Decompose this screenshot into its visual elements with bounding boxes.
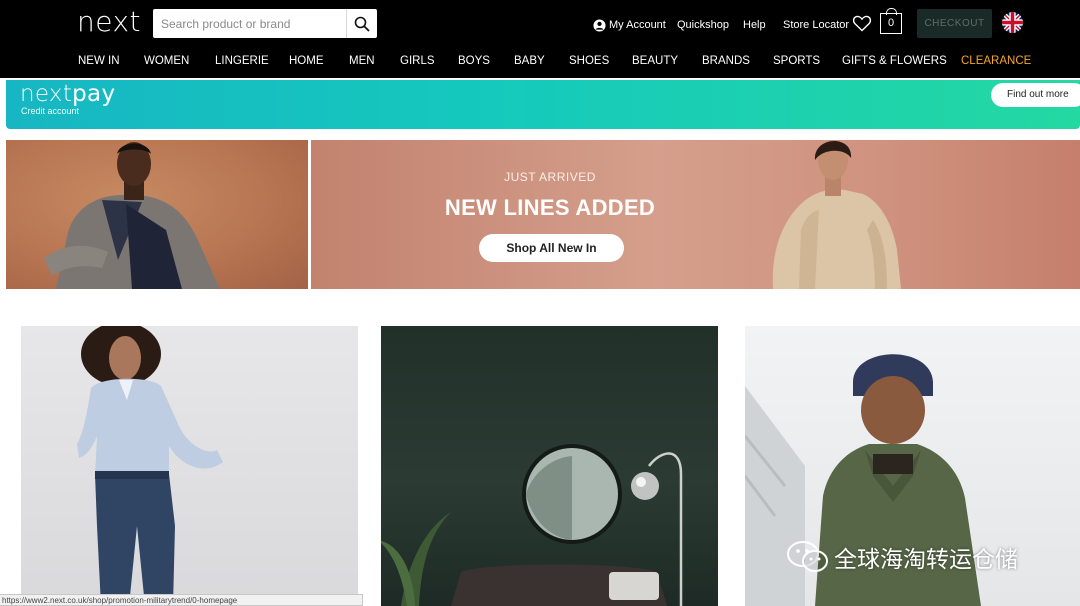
nav-shoes[interactable]: SHOES xyxy=(569,55,609,67)
nextpay-logo: nextpay xyxy=(20,81,116,107)
site-header: next My Account Quickshop Help Store Loc… xyxy=(0,0,1080,78)
next-logo[interactable]: next xyxy=(77,5,141,39)
search-input[interactable] xyxy=(153,9,346,38)
hero-kicker: JUST ARRIVED xyxy=(504,170,596,184)
nav-lingerie[interactable]: LINGERIE xyxy=(215,55,269,67)
womenswear-tile[interactable] xyxy=(21,326,358,606)
nav-baby[interactable]: BABY xyxy=(514,55,545,67)
nextpay-subtitle: Credit account xyxy=(21,106,80,116)
quickshop-link[interactable]: Quickshop xyxy=(677,17,729,33)
favourites-heart-icon[interactable] xyxy=(852,13,872,33)
nav-women[interactable]: WOMEN xyxy=(144,55,189,67)
search-icon xyxy=(354,16,370,32)
search-box xyxy=(153,9,377,38)
nav-clearance[interactable]: CLEARANCE xyxy=(961,55,1031,67)
shopping-bag-button[interactable]: 0 xyxy=(880,8,902,34)
nav-gifts-flowers[interactable]: GIFTS & FLOWERS xyxy=(842,55,947,67)
my-account-link[interactable]: My Account xyxy=(593,17,666,33)
woman-in-jeans-image xyxy=(77,326,223,606)
nav-boys[interactable]: BOYS xyxy=(458,55,490,67)
account-icon xyxy=(593,18,606,32)
main-navigation: NEW IN WOMEN LINGERIE HOME MEN GIRLS BOY… xyxy=(0,55,1080,71)
woman-in-shearling-image xyxy=(772,140,901,289)
nav-beauty[interactable]: BEAUTY xyxy=(632,55,678,67)
nav-home[interactable]: HOME xyxy=(289,55,324,67)
nextpay-banner[interactable]: nextpay Credit account Find out more xyxy=(6,80,1080,129)
my-account-label: My Account xyxy=(609,19,666,31)
wechat-icon xyxy=(787,541,828,572)
hero-image-menswear[interactable] xyxy=(6,140,308,289)
watermark-text: 全球海淘转运仓储 xyxy=(834,547,1018,573)
hero-headline: NEW LINES ADDED xyxy=(444,195,656,220)
find-out-more-button[interactable]: Find out more xyxy=(991,83,1080,107)
uk-flag-icon[interactable] xyxy=(1002,12,1023,33)
nav-sports[interactable]: SPORTS xyxy=(773,55,820,67)
search-button[interactable] xyxy=(346,9,377,38)
nav-girls[interactable]: GIRLS xyxy=(400,55,435,67)
man-in-blazer-image xyxy=(44,142,220,289)
watermark: 全球海淘转运仓储 xyxy=(786,539,1018,575)
hero-new-in-banner[interactable]: JUST ARRIVED NEW LINES ADDED Shop All Ne… xyxy=(311,140,1080,289)
nav-new-in[interactable]: NEW IN xyxy=(78,55,120,67)
nav-brands[interactable]: BRANDS xyxy=(702,55,750,67)
home-interior-tile[interactable] xyxy=(381,326,718,606)
help-link[interactable]: Help xyxy=(743,17,766,33)
checkout-button[interactable]: CHECKOUT xyxy=(917,9,992,38)
living-room-image xyxy=(381,444,683,606)
shop-all-new-in-button[interactable]: Shop All New In xyxy=(479,234,624,262)
store-locator-link[interactable]: Store Locator xyxy=(783,17,849,33)
nav-men[interactable]: MEN xyxy=(349,55,375,67)
bag-count: 0 xyxy=(887,17,895,29)
browser-status-url: https://www2.next.co.uk/shop/promotion-m… xyxy=(0,594,363,606)
